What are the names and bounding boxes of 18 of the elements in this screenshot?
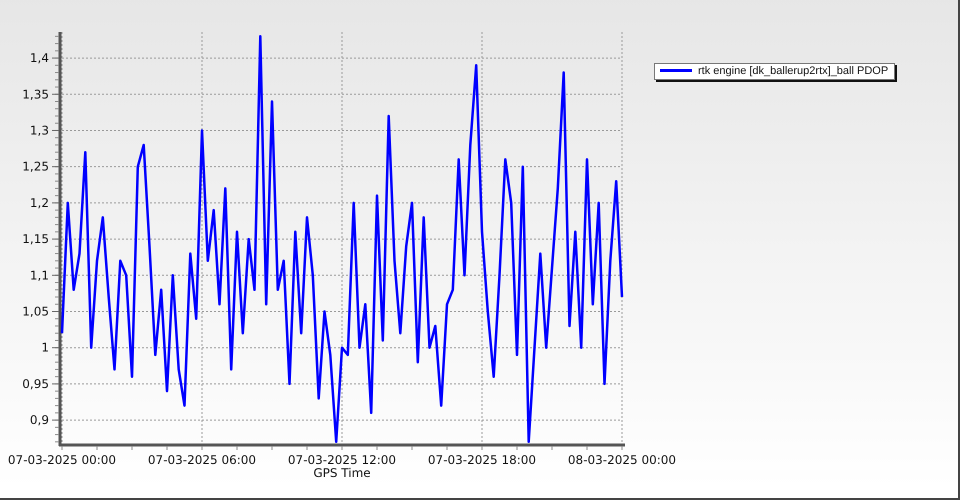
x-tick-label: 07-03-2025 12:00: [288, 453, 396, 467]
x-axis-title: GPS Time: [313, 466, 371, 480]
x-tick-label: 07-03-2025 06:00: [148, 453, 256, 467]
y-tick-label: 1,3: [30, 123, 49, 138]
x-tick-label: 08-03-2025 00:00: [568, 453, 676, 467]
y-tick-label: 1: [41, 340, 49, 355]
y-tick-label: 0,9: [30, 413, 49, 428]
y-tick-label: 1,25: [22, 160, 49, 174]
y-tick-label: 1,05: [22, 304, 49, 318]
y-tick-label: 1,4: [30, 51, 49, 66]
x-tick-label: 07-03-2025 18:00: [428, 453, 536, 467]
y-tick-label: 1,2: [30, 196, 49, 210]
legend-label: rtk engine [dk_ballerup2rtx]_ball PDOP: [698, 64, 888, 76]
y-tick-label: 1,15: [22, 232, 49, 246]
y-tick-label: 1,35: [22, 87, 49, 102]
y-tick-label: 0,95: [22, 376, 49, 391]
y-tick-label: 1,1: [30, 268, 49, 282]
x-tick-label: 07-03-2025 00:00: [8, 453, 116, 467]
